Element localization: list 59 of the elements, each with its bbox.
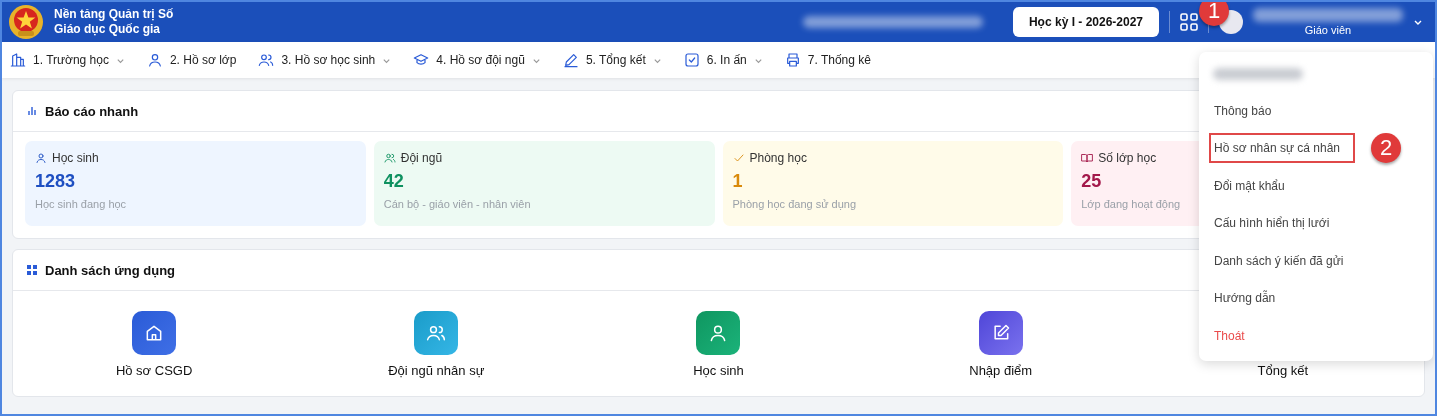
check-icon <box>683 52 700 68</box>
nav-menu-item[interactable]: 7. Thống kê <box>784 52 871 68</box>
menu-item[interactable]: Thoát <box>1209 320 1250 351</box>
stat-value: 42 <box>383 171 404 192</box>
nav-menu-item[interactable]: 6. In ấn <box>683 52 763 68</box>
stat-value: 25 <box>1081 171 1102 192</box>
app-tile-icon[interactable] <box>132 311 177 355</box>
menu-item[interactable]: Danh sách ý kiến đã gửi <box>1209 245 1349 276</box>
app-label[interactable]: Học sinh <box>693 363 744 378</box>
menu-item[interactable]: Hồ sơ nhân sự cá nhân <box>1209 133 1355 164</box>
building-icon <box>10 52 26 68</box>
grid-icon <box>27 265 37 275</box>
nav-menu-item[interactable]: 4. Hồ sơ đội ngũ <box>413 52 541 68</box>
step-badge: 2 <box>1371 132 1401 163</box>
app-tile-icon[interactable] <box>414 311 459 355</box>
emblem-icon <box>8 4 44 40</box>
people-icon <box>426 323 447 343</box>
app-label[interactable]: Tổng kết <box>1257 363 1309 378</box>
menu-item[interactable]: Đổi mật khẩu <box>1209 170 1290 201</box>
menu-item[interactable]: Thông báo <box>1209 95 1277 126</box>
semester-button[interactable]: Học kỳ I - 2026-2027 <box>1013 7 1159 37</box>
stat-label: Đội ngũ <box>400 151 443 165</box>
book-icon <box>1081 152 1094 164</box>
bar-chart-icon <box>27 106 37 116</box>
app-title: Giáo dục Quốc gia <box>54 22 161 37</box>
people-icon <box>383 152 396 164</box>
stat-label: Học sinh <box>52 151 99 165</box>
stat-note: Học sinh đang học <box>35 198 128 210</box>
app-label[interactable]: Hồ sơ CSGD <box>115 363 193 378</box>
user-role: Giáo viên <box>1304 24 1352 36</box>
section-title: Danh sách ứng dụng <box>45 262 176 278</box>
cap-icon <box>413 52 430 68</box>
person-icon <box>35 152 47 164</box>
menu-item[interactable]: Cấu hình hiển thị lưới <box>1209 208 1335 239</box>
app-label[interactable]: Đội ngũ nhân sự <box>388 363 485 378</box>
app-tile-icon[interactable] <box>696 311 741 355</box>
printer-icon <box>784 52 801 68</box>
menu-item[interactable]: Hướng dẫn <box>1209 283 1281 314</box>
stat-note: Phòng học đang sử dụng <box>732 198 858 210</box>
tick-icon <box>732 152 745 164</box>
nav-menu-item[interactable]: 5. Tổng kết <box>562 52 662 68</box>
grid-icon[interactable] <box>1180 13 1198 31</box>
pen-icon <box>562 52 579 68</box>
stat-value: 1283 <box>35 171 76 192</box>
people-icon <box>258 52 275 68</box>
stat-value: 1 <box>732 171 743 192</box>
step-badge: 1 <box>1199 2 1229 26</box>
stat-note: Cán bộ - giáo viên - nhân viên <box>383 198 532 210</box>
app-tile-icon[interactable] <box>978 311 1023 355</box>
stat-note: Lớp đang hoạt động <box>1081 198 1182 210</box>
app-label[interactable]: Nhập điểm <box>969 363 1033 378</box>
nav-menu-item[interactable]: 3. Hồ sơ học sinh <box>258 52 392 68</box>
stat-label: Phòng học <box>749 151 807 165</box>
section-title: Báo cáo nhanh <box>45 103 139 119</box>
stat-label: Số lớp học <box>1098 151 1157 165</box>
nav-menu-item[interactable]: 2. Hồ sơ lớp <box>146 52 237 68</box>
nav-menu-item[interactable]: 1. Trường học <box>10 52 125 68</box>
app-title: Nền tảng Quản trị Số <box>54 7 174 22</box>
person-icon <box>146 52 163 68</box>
